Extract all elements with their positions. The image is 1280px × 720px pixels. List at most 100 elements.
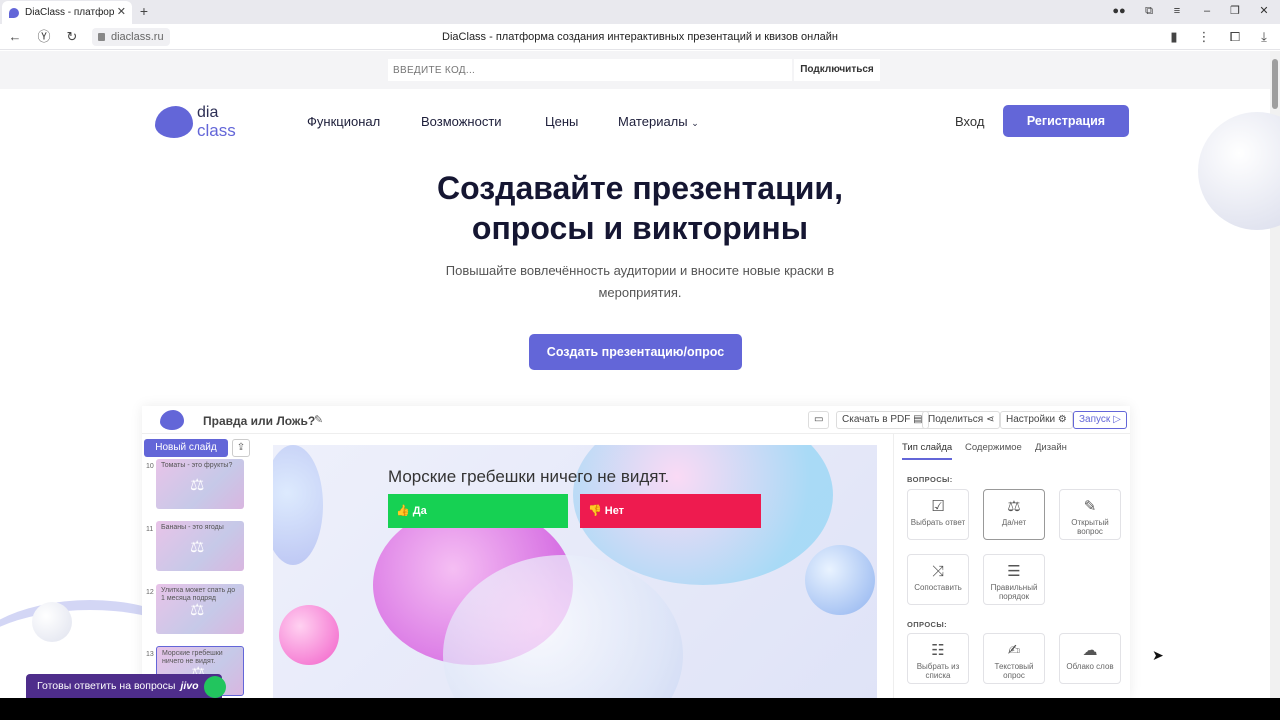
menu-icon[interactable]: ≡ bbox=[1170, 4, 1184, 18]
site-logo[interactable]: dia class bbox=[155, 104, 245, 142]
type-label: Правильный порядок bbox=[990, 583, 1038, 601]
slide-caption: Бананы - это ягоды bbox=[161, 524, 224, 531]
nav-materials[interactable]: Материалы ⌄ bbox=[618, 114, 699, 129]
hero-subtitle-line-1: Повышайте вовлечённость аудитории и внос… bbox=[445, 263, 835, 278]
bookmark-icon[interactable]: ▮ bbox=[1166, 29, 1182, 45]
slide-canvas[interactable]: Морские гребешки ничего не видят. 👍 Да 👎… bbox=[273, 445, 877, 698]
type-label: Да/нет bbox=[1001, 518, 1027, 527]
tab-content[interactable]: Содержимое bbox=[965, 442, 1022, 453]
logo-text-top: dia bbox=[197, 104, 219, 121]
checkbox-icon: ☑ bbox=[931, 498, 945, 515]
settings-button[interactable]: Настройки ⚙ bbox=[1000, 411, 1073, 429]
editor-toolbar: Правда или Ложь? ✎ ▭ Скачать в PDF ▤ Под… bbox=[142, 406, 1130, 434]
type-word-cloud[interactable]: ☁ Облако слов bbox=[1059, 633, 1121, 684]
scales-icon: ⚖ bbox=[190, 602, 205, 619]
scales-icon: ⚖ bbox=[190, 477, 205, 494]
address-bar: ← Ⓨ ↻ diaclass.ru DiaClass - платформа с… bbox=[0, 24, 1280, 50]
slide-thumbnail[interactable]: Улитка может спать до 1 месяца подряд ⚖ bbox=[156, 584, 244, 634]
edit-pencil-icon[interactable]: ✎ bbox=[314, 413, 323, 426]
register-button[interactable]: Регистрация bbox=[1003, 105, 1129, 137]
ordered-list-icon: ☰ bbox=[1007, 563, 1021, 580]
settings-label: Настройки bbox=[1006, 414, 1056, 425]
url-field[interactable]: diaclass.ru bbox=[92, 28, 170, 46]
close-window-icon[interactable]: ✕ bbox=[1257, 4, 1271, 18]
slide-thumbnail[interactable]: Бананы - это ягоды ⚖ bbox=[156, 521, 244, 571]
nav-features[interactable]: Возможности bbox=[421, 114, 502, 129]
hero-title-line-1: Создавайте презентации, bbox=[437, 170, 843, 206]
minimize-icon[interactable]: – bbox=[1200, 4, 1214, 18]
answer-no-label: Нет bbox=[604, 505, 625, 517]
gear-icon: ⚙ bbox=[1057, 414, 1067, 425]
browser-window: DiaClass - платформа с ✕ + ●● ⧉ ≡ – ❐ ✕ … bbox=[0, 0, 1280, 698]
chat-status-dot bbox=[204, 676, 226, 698]
chat-label: Готовы ответить на вопросы bbox=[37, 680, 176, 692]
download-icon[interactable]: ⤓ bbox=[1256, 29, 1272, 45]
decorative-ball bbox=[32, 602, 72, 642]
answer-no[interactable]: 👎 Нет bbox=[580, 494, 761, 528]
nav-materials-label: Материалы bbox=[618, 114, 688, 129]
type-choose-from-list[interactable]: ☷ Выбрать из списка bbox=[907, 633, 969, 684]
create-presentation-button[interactable]: Создать презентацию/опрос bbox=[529, 334, 742, 370]
share-button[interactable]: Поделиться ⋖ bbox=[922, 411, 1001, 429]
more-icon[interactable]: ⋮ bbox=[1196, 29, 1212, 45]
preview-monitor-button[interactable]: ▭ bbox=[808, 411, 830, 429]
upload-icon[interactable]: ⇪ bbox=[232, 439, 250, 457]
type-open-question[interactable]: ✎ Открытый вопрос bbox=[1059, 489, 1121, 540]
tabs-icon[interactable]: ⧉ bbox=[1142, 4, 1156, 18]
new-slide-button[interactable]: Новый слайд bbox=[144, 439, 228, 457]
answer-yes[interactable]: 👍 Да bbox=[388, 494, 568, 528]
join-code-input[interactable] bbox=[388, 59, 792, 81]
new-tab-button[interactable]: + bbox=[136, 3, 152, 19]
back-arrow-icon[interactable]: ← bbox=[7, 29, 23, 45]
slide-number: 11 bbox=[146, 526, 154, 533]
yandex-icon[interactable]: Ⓨ bbox=[36, 29, 52, 45]
shuffle-icon: ⤨ bbox=[931, 563, 944, 580]
thumbs-down-icon: 👎 bbox=[588, 505, 602, 517]
chat-widget[interactable]: Готовы ответить на вопросы jivo bbox=[26, 674, 222, 698]
page-title-display: DiaClass - платформа создания интерактив… bbox=[442, 31, 838, 43]
lock-icon bbox=[98, 33, 105, 41]
polls-heading: ОПРОСЫ: bbox=[907, 620, 948, 629]
reload-icon[interactable]: ↻ bbox=[64, 29, 80, 45]
type-text-poll[interactable]: ✍ Текстовый опрос bbox=[983, 633, 1045, 684]
browser-tab[interactable]: DiaClass - платформа с ✕ bbox=[2, 1, 132, 24]
checklist-icon: ☷ bbox=[931, 642, 945, 659]
incognito-glasses-icon[interactable]: ●● bbox=[1112, 4, 1126, 18]
connect-button[interactable]: Подключиться bbox=[794, 59, 880, 81]
play-icon: ▷ bbox=[1113, 414, 1121, 425]
scales-icon: ⚖ bbox=[190, 539, 205, 556]
nav-functionality[interactable]: Функционал bbox=[307, 114, 380, 129]
share-icon: ⋖ bbox=[986, 414, 995, 425]
hero-title: Создавайте презентации, опросы и виктори… bbox=[340, 168, 940, 248]
nav-prices[interactable]: Цены bbox=[545, 114, 578, 129]
type-choose-answer[interactable]: ☑ Выбрать ответ bbox=[907, 489, 969, 540]
tab-design[interactable]: Дизайн bbox=[1035, 442, 1067, 453]
download-pdf-button[interactable]: Скачать в PDF ▤ bbox=[836, 411, 929, 429]
mouse-cursor-icon: ➤ bbox=[1152, 647, 1164, 663]
decorative-bubble bbox=[279, 605, 339, 665]
login-link[interactable]: Вход bbox=[955, 114, 984, 129]
text-edit-icon: ✍ bbox=[1007, 642, 1021, 659]
scrollbar-thumb[interactable] bbox=[1272, 59, 1278, 109]
share-label: Поделиться bbox=[928, 414, 984, 425]
tab-slide-type[interactable]: Тип слайда bbox=[902, 442, 953, 460]
type-correct-order[interactable]: ☰ Правильный порядок bbox=[983, 554, 1045, 605]
restore-icon[interactable]: ❐ bbox=[1228, 4, 1242, 18]
slide-number: 10 bbox=[146, 463, 154, 470]
hero-subtitle-line-2: мероприятия. bbox=[598, 285, 682, 300]
editor-preview: Правда или Ложь? ✎ ▭ Скачать в PDF ▤ Под… bbox=[142, 406, 1130, 698]
type-label: Текстовый опрос bbox=[994, 662, 1034, 680]
chevron-down-icon: ⌄ bbox=[691, 118, 699, 128]
chat-brand: jivo bbox=[180, 680, 199, 692]
decorative-bubble bbox=[273, 445, 323, 565]
monitor-icon: ▭ bbox=[814, 414, 824, 425]
extensions-icon[interactable]: ⧠ bbox=[1227, 29, 1243, 45]
slide-thumbnail[interactable]: Томаты - это фрукты? ⚖ bbox=[156, 459, 244, 509]
url-text: diaclass.ru bbox=[111, 31, 164, 43]
type-match[interactable]: ⤨ Сопоставить bbox=[907, 554, 969, 605]
type-yes-no[interactable]: ⚖ Да/нет bbox=[983, 489, 1045, 540]
logo-text-bottom: class bbox=[197, 121, 236, 140]
slide-question: Морские гребешки ничего не видят. bbox=[388, 467, 670, 486]
launch-button[interactable]: Запуск ▷ bbox=[1073, 411, 1127, 429]
close-tab-icon[interactable]: ✕ bbox=[117, 5, 126, 18]
